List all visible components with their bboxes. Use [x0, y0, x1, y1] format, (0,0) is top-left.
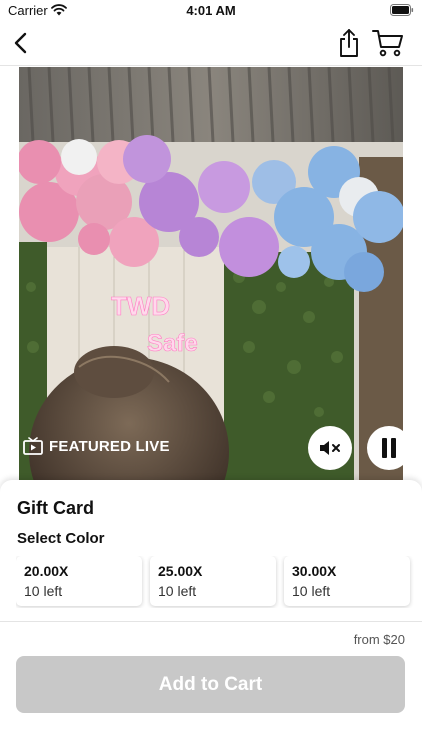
tv-play-icon [23, 437, 43, 455]
chevron-left-icon[interactable] [10, 30, 32, 56]
nav-bar [0, 22, 422, 66]
neon-sign-line2: Safe [147, 330, 198, 357]
share-icon[interactable] [336, 28, 362, 58]
divider [0, 621, 422, 622]
variant-card[interactable]: 20.00X 10 left [16, 556, 142, 606]
variant-list[interactable]: 20.00X 10 left 25.00X 10 left 30.00X 10 … [16, 556, 422, 608]
product-sheet: Gift Card Select Color 20.00X 10 left 25… [0, 480, 422, 750]
neon-sign-line1: TWD [111, 291, 170, 321]
product-title: Gift Card [17, 498, 95, 518]
battery-icon [390, 4, 414, 16]
cart-icon[interactable] [372, 28, 404, 58]
featured-live-label: FEATURED LIVE [49, 437, 170, 455]
select-color-label: Select Color [17, 530, 105, 547]
mute-button[interactable] [308, 426, 352, 470]
variant-name: 20.00X [24, 563, 69, 579]
live-video[interactable]: TWD Safe FEATURED LIVE [19, 67, 403, 480]
add-to-cart-button[interactable]: Add to Cart [16, 656, 405, 713]
variant-stock: 10 left [292, 583, 331, 599]
price-label: from $20 [353, 632, 405, 647]
variant-card[interactable]: 25.00X 10 left [150, 556, 276, 606]
video-frame: TWD Safe [19, 67, 403, 480]
speaker-muted-icon [320, 441, 340, 455]
variant-stock: 10 left [158, 583, 197, 599]
variant-name: 30.00X [292, 563, 337, 579]
variant-stock: 10 left [24, 583, 63, 599]
pause-button[interactable] [367, 426, 403, 470]
status-bar: Carrier 4:01 AM [0, 0, 422, 22]
featured-live-badge: FEATURED LIVE [23, 437, 170, 455]
pause-icon [382, 438, 396, 458]
variant-card[interactable]: 30.00X 10 left [284, 556, 410, 606]
variant-name: 25.00X [158, 563, 203, 579]
clock: 4:01 AM [186, 3, 236, 18]
